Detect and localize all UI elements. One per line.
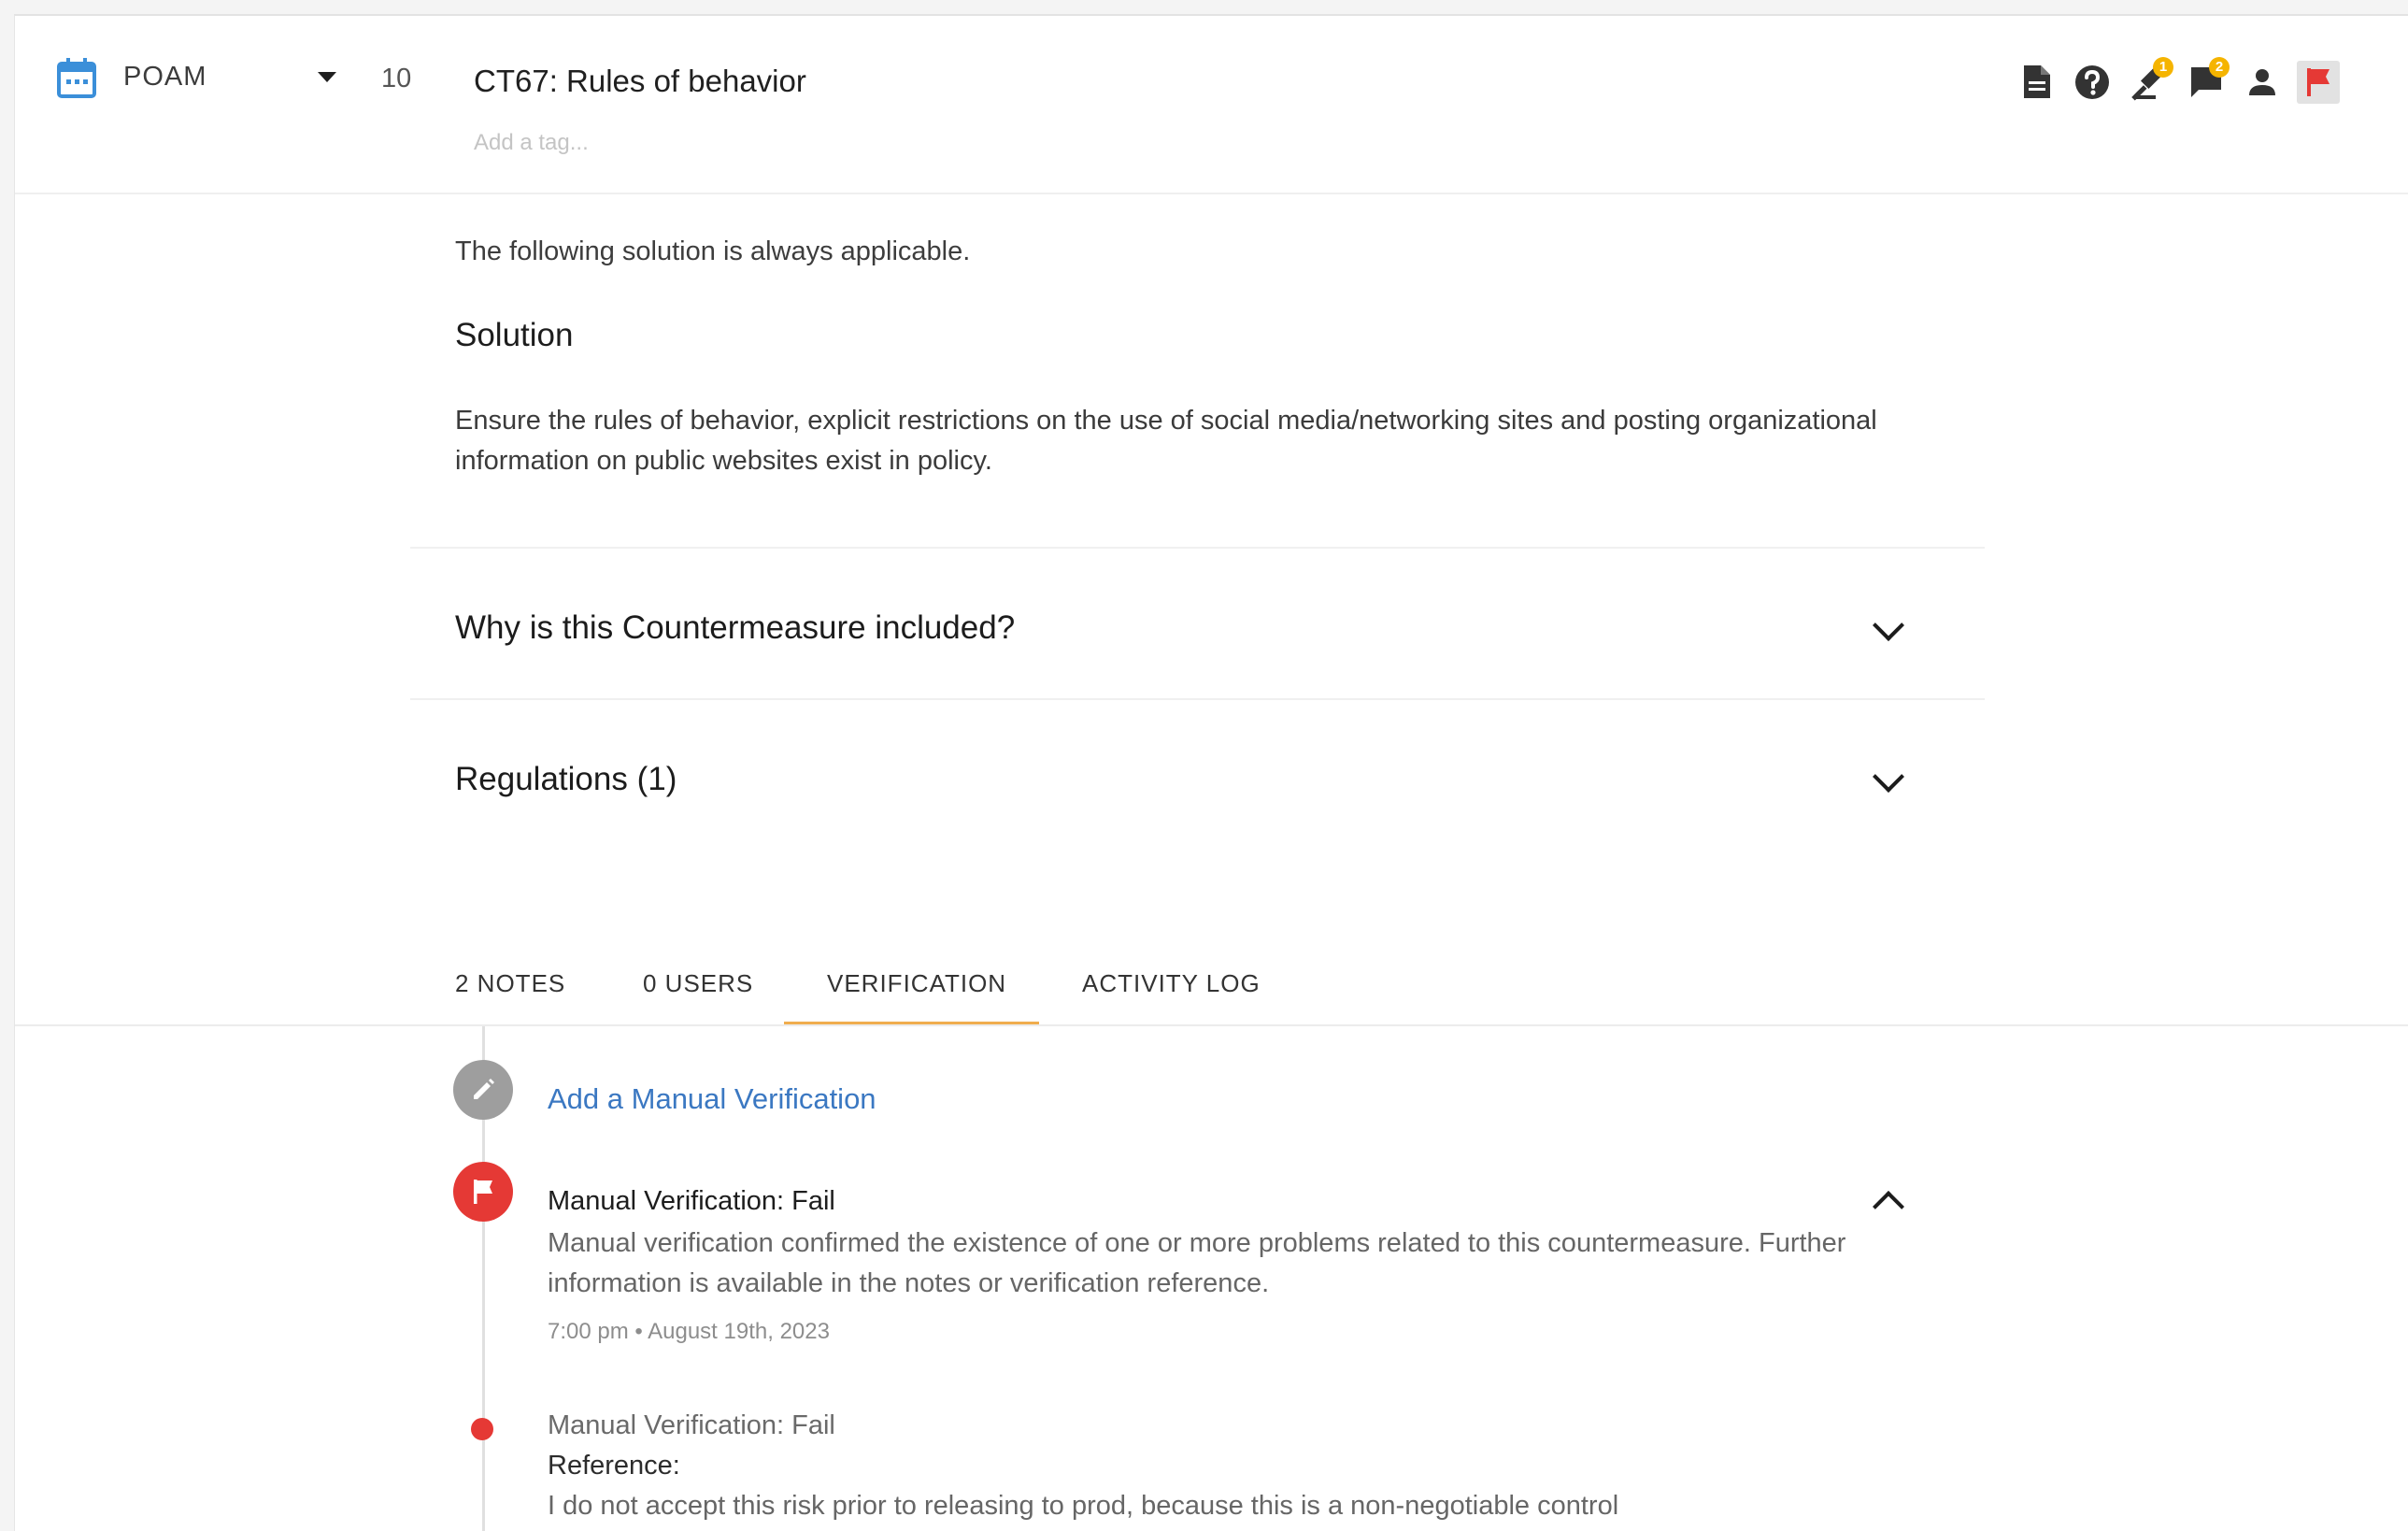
countermeasure-panel: POAM 10 CT67: Rules of behavior 1 2 — [14, 14, 2408, 1531]
divider — [410, 698, 1985, 700]
reference-text: I do not accept this risk prior to relea… — [548, 1491, 1619, 1521]
verification-timestamp: 7:00 pm • August 19th, 2023 — [548, 1319, 830, 1344]
chevron-down-icon[interactable] — [318, 72, 336, 82]
fail-status-badge — [453, 1162, 513, 1222]
reference-label: Reference: — [548, 1451, 680, 1481]
tab-notes[interactable]: 2 NOTES — [455, 969, 565, 998]
gavel-icon[interactable]: 1 — [2129, 57, 2173, 104]
chevron-down-icon[interactable] — [1873, 609, 1904, 641]
verification-description: Manual verification confirmed the existe… — [548, 1228, 1846, 1298]
comment-icon[interactable]: 2 — [2185, 57, 2230, 104]
gavel-badge: 1 — [2153, 57, 2173, 78]
tab-users[interactable]: 0 USERS — [643, 969, 753, 998]
calendar-icon — [56, 56, 97, 99]
document-icon[interactable] — [2015, 61, 2058, 104]
tab-verification[interactable]: VERIFICATION — [827, 969, 1006, 998]
timeline-dot — [471, 1418, 493, 1440]
flag-icon — [2307, 68, 2330, 96]
chevron-down-icon[interactable] — [1873, 761, 1904, 793]
divider — [410, 547, 1985, 549]
solution-heading: Solution — [455, 317, 574, 353]
header-divider — [15, 193, 2408, 194]
person-icon[interactable] — [2241, 61, 2284, 104]
verification-title: Manual Verification: Fail — [548, 1186, 835, 1216]
solution-body: Ensure the rules of behavior, explicit r… — [455, 406, 1877, 476]
applicable-text: The following solution is always applica… — [455, 236, 971, 266]
tab-activity-log[interactable]: ACTIVITY LOG — [1082, 969, 1261, 998]
accordion-regulations[interactable]: Regulations (1) — [455, 761, 677, 798]
active-tab-indicator — [784, 1022, 1039, 1024]
chevron-up-icon[interactable] — [1873, 1191, 1904, 1223]
accordion-why-included[interactable]: Why is this Countermeasure included? — [455, 609, 1015, 647]
flag-icon — [474, 1180, 492, 1204]
tabs-divider — [15, 1024, 2408, 1026]
flag-button[interactable] — [2297, 61, 2340, 104]
tag-input[interactable] — [474, 130, 866, 156]
add-manual-verification-link[interactable]: Add a Manual Verification — [548, 1082, 876, 1116]
item-number: 10 — [381, 64, 412, 93]
comment-badge: 2 — [2209, 57, 2230, 78]
pencil-icon — [474, 1079, 494, 1099]
verification-detail-title: Manual Verification: Fail — [548, 1410, 835, 1440]
help-icon[interactable] — [2071, 61, 2114, 104]
page-title: CT67: Rules of behavior — [474, 64, 806, 98]
add-verification-button[interactable] — [453, 1060, 513, 1120]
phase-select[interactable]: POAM — [123, 62, 207, 93]
